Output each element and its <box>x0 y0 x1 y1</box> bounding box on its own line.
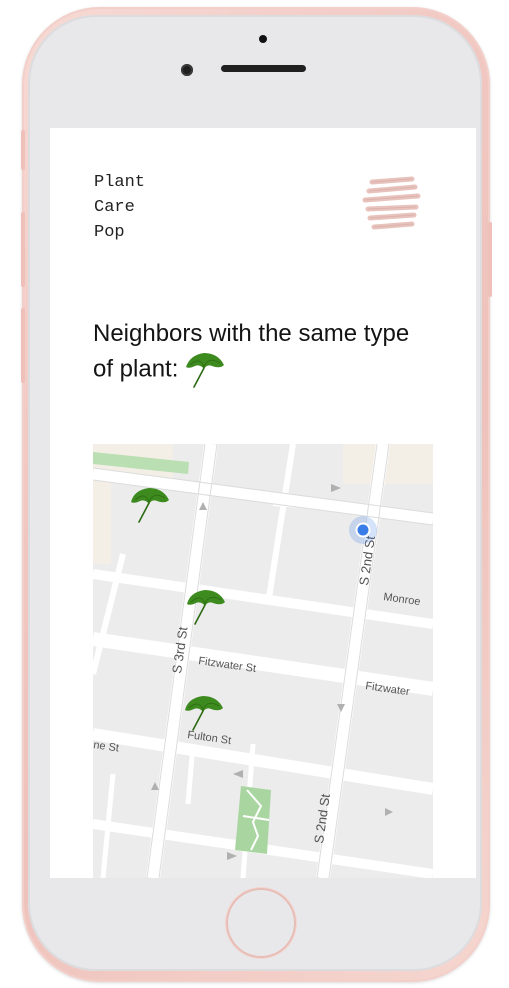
page-heading: Neighbors with the same type of plant: <box>93 318 433 391</box>
ginkgo-leaf-icon <box>186 353 225 388</box>
hamburger-menu-icon[interactable] <box>360 176 424 234</box>
heading-text: Neighbors with the same type of plant: <box>93 320 410 383</box>
power-button <box>488 222 492 297</box>
front-camera <box>181 64 193 76</box>
logo-line-3: Pop <box>94 223 125 242</box>
volume-down-button <box>21 308 25 383</box>
app-screen: Plant Care Pop Neighbors with the same t… <box>50 128 476 878</box>
volume-up-button <box>21 212 25 287</box>
logo-line-2: Care <box>94 198 135 217</box>
earpiece-speaker <box>221 65 306 72</box>
proximity-sensor <box>259 35 267 43</box>
mute-switch <box>21 130 25 170</box>
home-button[interactable] <box>226 888 296 958</box>
logo-line-1: Plant <box>94 173 146 192</box>
app-logo[interactable]: Plant Care Pop <box>94 170 145 245</box>
location-dot-icon <box>349 516 377 544</box>
neighbor-map[interactable]: S 2nd St S 3rd St Fitzwater St Monroe Fu… <box>93 444 433 878</box>
